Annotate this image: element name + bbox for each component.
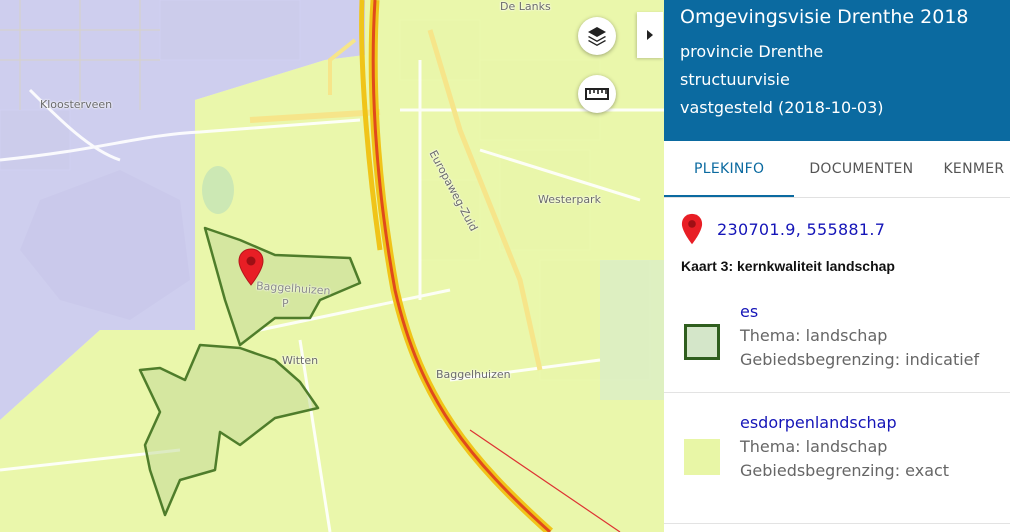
feature-thema: Thema: landschap — [740, 437, 888, 456]
legend-swatch-esdorpenlandschap — [684, 439, 720, 475]
measure-button[interactable] — [578, 75, 616, 113]
map-view[interactable]: Kloosterveen De Lanks Europaweg-Zuid Wes… — [0, 0, 664, 532]
panel-toggle-button[interactable] — [637, 12, 663, 58]
info-panel: Omgevingsvisie Drenthe 2018 provincie Dr… — [664, 0, 1010, 532]
plan-title: Omgevingsvisie Drenthe 2018 — [680, 6, 969, 28]
tab-plekinfo[interactable]: PLEKINFO — [664, 141, 795, 197]
plan-type: structuurvisie — [680, 70, 790, 89]
plan-authority: provincie Drenthe — [680, 42, 824, 61]
ruler-icon — [585, 88, 609, 100]
map-pin-icon — [681, 213, 703, 245]
layers-icon — [588, 27, 606, 46]
chevron-right-icon — [647, 30, 653, 40]
place-label-kloosterveen: Kloosterveen — [40, 98, 113, 111]
feature-name-link[interactable]: es — [740, 300, 979, 324]
coordinates-link[interactable]: 230701.9, 555881.7 — [717, 220, 885, 239]
park-label-suffix: P — [282, 297, 289, 310]
panel-header: Omgevingsvisie Drenthe 2018 provincie Dr… — [664, 0, 1010, 141]
feature-begrenzing: Gebiedsbegrenzing: exact — [740, 461, 950, 480]
feature-begrenzing: Gebiedsbegrenzing: indicatief — [740, 350, 980, 369]
layers-button[interactable] — [578, 17, 616, 55]
feature-name-link[interactable]: esdorpenlandschap — [740, 411, 949, 435]
map-title: Kaart 3: kernkwaliteit landschap — [681, 258, 895, 274]
feature-item-es: es Thema: landschap Gebiedsbegrenzing: i… — [664, 284, 1010, 393]
panel-tabs: PLEKINFO DOCUMENTEN KENMER — [664, 141, 1010, 198]
place-label-de-lanks: De Lanks — [500, 0, 551, 13]
feature-thema: Thema: landschap — [740, 326, 888, 345]
place-label-baggelhuizen: Baggelhuizen — [436, 368, 511, 381]
place-label-westerpark: Westerpark — [538, 193, 601, 206]
tab-documenten[interactable]: DOCUMENTEN — [794, 141, 928, 197]
basemap — [0, 0, 664, 532]
map-pin-icon[interactable] — [238, 248, 264, 290]
place-label-witten: Witten — [282, 354, 319, 367]
location-row: 230701.9, 555881.7 — [664, 198, 1010, 246]
feature-item-esdorpenlandschap: esdorpenlandschap Thema: landschap Gebie… — [664, 393, 1010, 524]
plan-status: vastgesteld (2018-10-03) — [680, 98, 884, 117]
tab-kenmerken[interactable]: KENMER — [928, 141, 1010, 197]
legend-swatch-es — [684, 324, 720, 360]
